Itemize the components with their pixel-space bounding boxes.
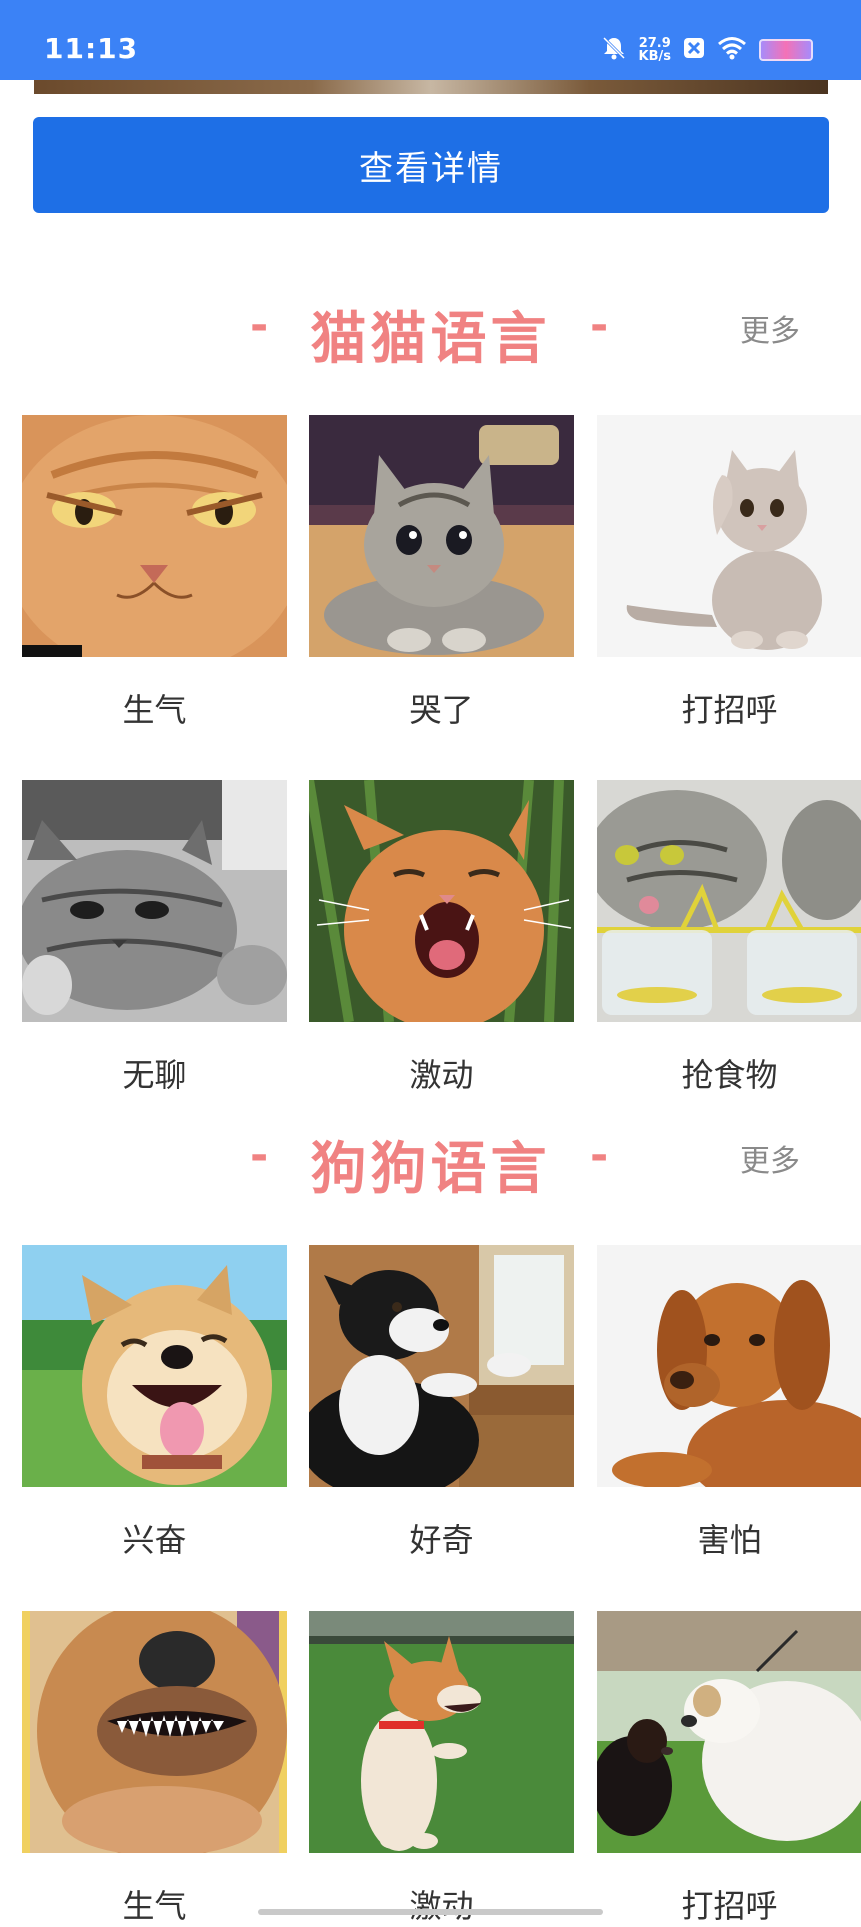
item-label: 打招呼: [681, 1887, 778, 1925]
dog-section-header: - 狗狗语言 - 更多: [0, 1124, 861, 1204]
angry-dog-photo: [22, 1611, 287, 1853]
item-label: 好奇: [409, 1521, 474, 1559]
item-label: 生气: [122, 691, 187, 729]
banner-image-edge: [34, 80, 828, 94]
cat-item-bored[interactable]: 无聊: [22, 780, 287, 1096]
cat-item-excited[interactable]: 激动: [309, 780, 574, 1096]
item-label: 无聊: [122, 1056, 187, 1094]
item-label: 打招呼: [681, 691, 778, 729]
status-time: 11:13: [44, 32, 139, 65]
close-box-icon: [683, 37, 705, 63]
dog-item-excited-2[interactable]: 激动: [309, 1611, 574, 1927]
cat-section-title: 猫猫语言: [310, 307, 551, 372]
network-speed-unit: KB/s: [638, 49, 671, 64]
mute-bell-icon: [601, 35, 627, 65]
grabbing-food-cat-photo: [597, 780, 861, 1022]
item-label: 害怕: [697, 1521, 762, 1559]
item-label: 激动: [409, 1887, 474, 1925]
home-indicator[interactable]: [258, 1909, 603, 1915]
cat-more-link[interactable]: 更多: [740, 306, 800, 350]
dog-item-excited[interactable]: 兴奋: [22, 1245, 287, 1561]
status-bar: 11:13 27.9 KB/s: [0, 0, 861, 80]
item-label: 兴奋: [122, 1521, 187, 1559]
dog-item-curious[interactable]: 好奇: [309, 1245, 574, 1561]
happy-shiba-photo: [22, 1245, 287, 1487]
view-details-button[interactable]: 查看详情: [33, 117, 829, 213]
dog-item-scared[interactable]: 害怕: [597, 1245, 861, 1561]
scared-retriever-photo: [597, 1245, 861, 1487]
item-label: 激动: [409, 1056, 474, 1094]
cat-item-crying[interactable]: 哭了: [309, 415, 574, 731]
item-label: 生气: [122, 1887, 187, 1925]
waving-kitten-photo: [597, 415, 861, 657]
sad-cat-photo: [309, 415, 574, 657]
dog-item-greeting[interactable]: 打招呼: [597, 1611, 861, 1927]
item-label: 抢食物: [681, 1056, 778, 1094]
status-icons: 27.9 KB/s: [601, 34, 813, 66]
dog-item-angry[interactable]: 生气: [22, 1611, 287, 1927]
dog-section-title: 狗狗语言: [310, 1137, 551, 1202]
cat-item-grabbing-food[interactable]: 抢食物: [597, 780, 861, 1096]
cat-item-angry[interactable]: 生气: [22, 415, 287, 731]
angry-cat-photo: [22, 415, 287, 657]
cat-item-greeting[interactable]: 打招呼: [597, 415, 861, 731]
title-dash-right: -: [590, 300, 609, 351]
item-label: 哭了: [409, 691, 474, 729]
network-speed: 27.9 KB/s: [639, 37, 671, 63]
wifi-icon: [717, 36, 747, 64]
excited-cat-photo: [309, 780, 574, 1022]
curious-puppy-photo: [309, 1245, 574, 1487]
bored-cat-photo: [22, 780, 287, 1022]
title-dash-right: -: [590, 1130, 609, 1181]
excited-corgi-photo: [309, 1611, 574, 1853]
dog-more-link[interactable]: 更多: [740, 1136, 800, 1180]
cat-section-header: - 猫猫语言 - 更多: [0, 294, 861, 374]
battery-icon: [759, 39, 813, 61]
greeting-dogs-photo: [597, 1611, 861, 1853]
